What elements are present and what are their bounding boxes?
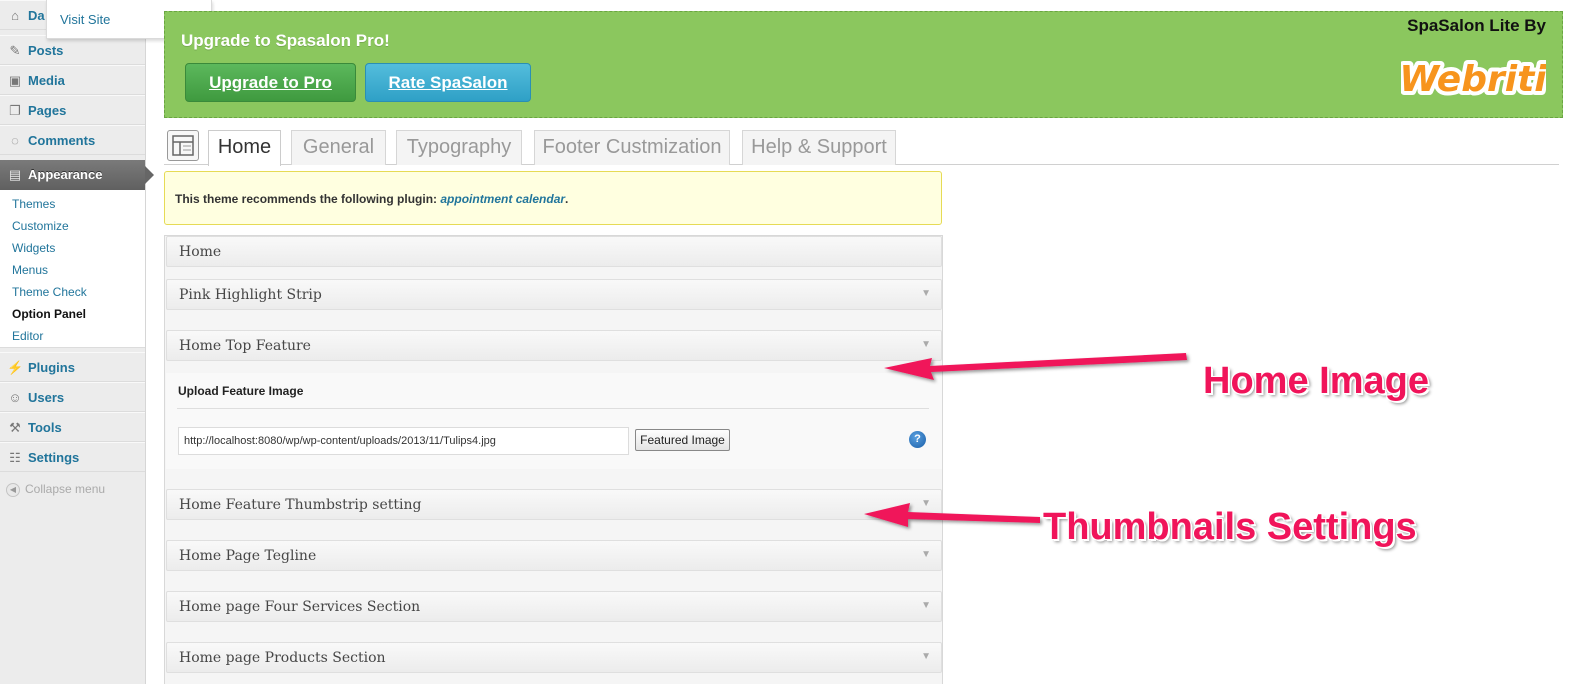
wp-admin-screen: ⌂ Da ✎ Posts ▣ Media ❐ Pages ◌ Comments …: [0, 0, 1574, 684]
thumbnails-settings-callout: Thumbnails Settings: [1043, 506, 1417, 548]
thumbnails-arrow: [864, 503, 1040, 527]
home-image-callout: Home Image: [1203, 360, 1429, 402]
home-image-arrow: [884, 353, 1187, 380]
annotation-arrows: [864, 353, 1187, 527]
